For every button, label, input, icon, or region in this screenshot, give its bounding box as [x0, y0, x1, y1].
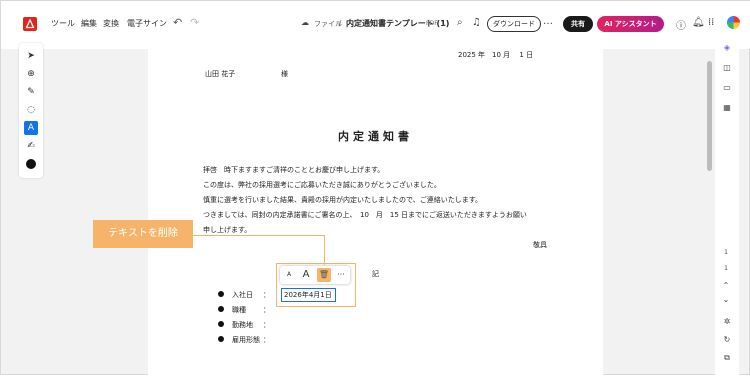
paragraph-3: 慎重に選考を行いました結果、貴殿の採用が内定いたしましたので、ご連絡いたします。	[203, 196, 483, 204]
redo-icon[interactable]: ↷	[190, 16, 199, 29]
text-edit-tool-icon[interactable]: A	[24, 121, 38, 135]
more-options-icon[interactable]: ···	[335, 268, 347, 282]
chevron-down-icon[interactable]: ⌄	[441, 20, 447, 28]
undo-icon[interactable]: ↶	[173, 16, 182, 29]
decrease-font-button[interactable]: A	[283, 268, 295, 282]
menu-convert[interactable]: 変換	[103, 18, 119, 29]
paragraph-5: 申し上げます。	[203, 226, 252, 234]
document-page: 2025 年 10 月 1 日 山田 花子 様 内定通知書 拝啓 時下ますますご…	[148, 37, 603, 376]
breadcrumb-separator: /	[339, 19, 342, 27]
callout-connector	[324, 235, 325, 265]
chevron-up-icon[interactable]: ⌃	[720, 281, 732, 290]
zoom-icon[interactable]: ✲	[721, 317, 733, 326]
pen-tool-icon[interactable]: ✎	[24, 85, 38, 99]
right-panel-rail: ◈ ◫ ▭ ▦ ✲ ↻ ⧉	[715, 37, 739, 376]
bullet-icon	[218, 306, 224, 312]
ai-panel-icon[interactable]: ◈	[721, 43, 733, 52]
menu-esign[interactable]: 電子サイン	[127, 18, 167, 29]
bullet-icon	[218, 321, 224, 327]
text-edit-toolbar: A A 🗑︎ ···	[280, 266, 350, 284]
callout-connector	[193, 235, 325, 236]
help-icon[interactable]: ⓘ	[676, 17, 686, 32]
comment-tool-icon[interactable]: ⊕	[24, 67, 38, 81]
bullet-icon	[218, 291, 224, 297]
breadcrumb-parent[interactable]: ファイル	[314, 19, 342, 29]
start-date-text-field[interactable]: 2026年4月1日	[281, 288, 336, 302]
app-window: ツール 編集 変換 電子サイン ↶ ↷ ☁ ファイル / 内定通知書テンプレート…	[0, 0, 750, 376]
apps-grid-icon[interactable]: ⁞⁞	[708, 17, 714, 28]
ai-assistant-button[interactable]: AI アシスタント	[597, 16, 664, 32]
current-page[interactable]: 1	[720, 249, 732, 256]
cloud-icon: ☁	[301, 18, 309, 27]
trash-icon[interactable]: 🗑︎	[317, 268, 331, 282]
sign-tool-icon[interactable]: ✍	[24, 139, 38, 153]
download-button[interactable]: ダウンロード	[487, 16, 541, 32]
paragraph-4: つきましては、同封の内定承諾書にご署名の上、 10 月 15 日までにご返送いた…	[203, 211, 527, 219]
field-sep: ：	[263, 306, 270, 314]
avatar[interactable]	[727, 16, 740, 29]
ki-heading: 記	[372, 270, 379, 278]
doc-title: 内定通知書	[338, 130, 413, 143]
doc-date: 2025 年 10 月 1 日	[458, 51, 534, 59]
search-icon[interactable]: ⌕	[457, 17, 463, 28]
field-sep: ：	[263, 321, 270, 329]
honorific: 様	[281, 70, 288, 78]
share-button[interactable]: 共有	[563, 16, 593, 32]
field-sep: ：	[263, 291, 270, 299]
more-options-icon[interactable]: …	[543, 16, 553, 27]
field-label-location: 勤務地	[232, 321, 253, 329]
acrobat-logo-icon[interactable]	[23, 17, 37, 31]
lasso-tool-icon[interactable]: ◌	[24, 103, 38, 117]
page-thumbnails-icon[interactable]: ▭	[721, 83, 733, 92]
refresh-icon[interactable]: ↻	[721, 335, 733, 344]
copy-icon[interactable]: ⧉	[721, 353, 733, 363]
doc-type-label: PDF	[426, 20, 438, 27]
bookmark-icon[interactable]: ◫	[721, 63, 733, 72]
paragraph-2: この度は、弊社の採用選考にご応募いただき誠にありがとうございました。	[203, 181, 441, 189]
headphones-icon[interactable]: ♫	[472, 17, 481, 28]
callout-label: テキストを削除	[93, 220, 193, 248]
menu-tools[interactable]: ツール	[51, 18, 75, 29]
recipient-name: 山田 花子	[205, 70, 236, 78]
paragraph-1: 拝啓 時下ますますご清祥のこととお慶び申し上げます。	[203, 166, 385, 174]
vertical-scrollbar[interactable]	[707, 61, 712, 171]
grid-icon[interactable]: ▦	[721, 103, 733, 112]
menu-edit[interactable]: 編集	[81, 18, 97, 29]
color-picker-icon[interactable]	[26, 159, 36, 169]
total-pages: 1	[724, 265, 728, 272]
field-label-job: 職種	[232, 306, 246, 314]
increase-font-button[interactable]: A	[299, 268, 313, 282]
field-label-start-date: 入社日	[232, 291, 253, 299]
left-tool-rail: ➤ ⊕ ✎ ◌ A ✍	[19, 43, 43, 178]
select-tool-icon[interactable]: ➤	[24, 49, 38, 63]
field-sep: ：	[263, 336, 270, 344]
chevron-down-icon[interactable]: ⌄	[720, 295, 732, 304]
closing: 敬具	[533, 241, 547, 249]
bell-icon[interactable]: 🔔︎	[692, 17, 705, 28]
field-label-employment-type: 雇用形態	[232, 336, 260, 344]
bullet-icon	[218, 336, 224, 342]
